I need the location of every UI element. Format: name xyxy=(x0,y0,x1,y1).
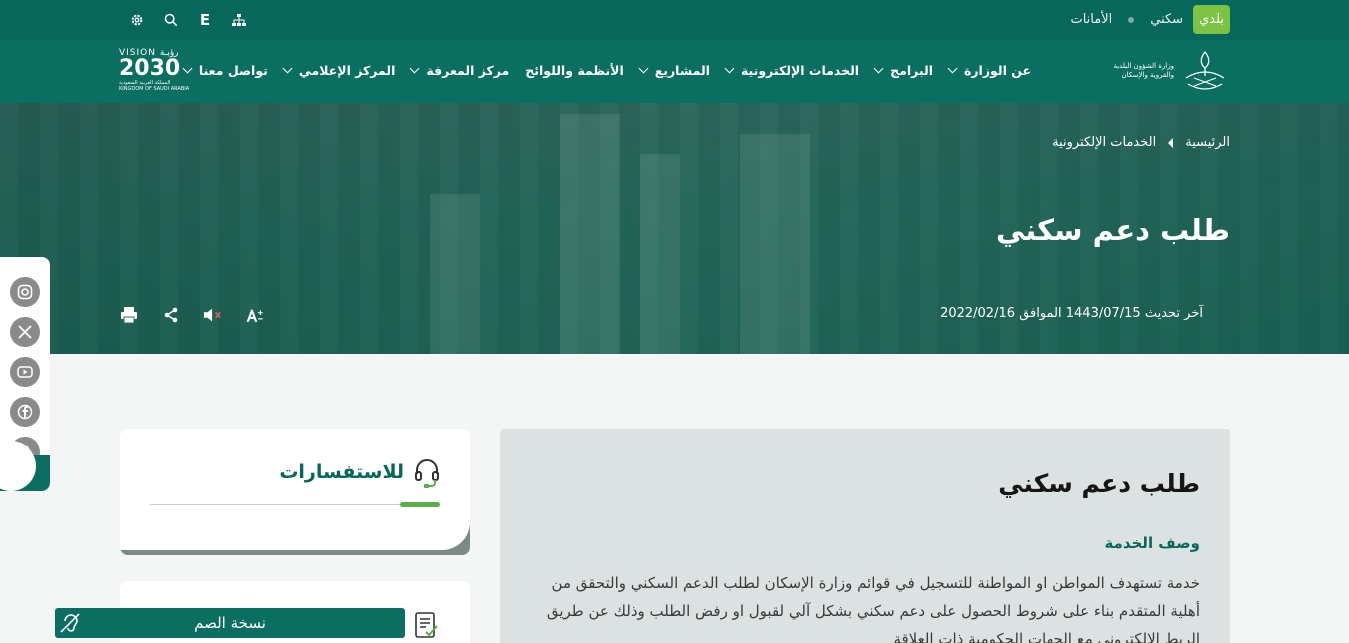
chevron-down-icon xyxy=(724,63,735,74)
chevron-down-icon xyxy=(947,63,958,74)
page-tools xyxy=(119,303,265,327)
instagram-icon[interactable] xyxy=(10,277,40,307)
headset-icon xyxy=(415,459,439,488)
accent-bar xyxy=(400,502,440,507)
menu-item-label: البرامج xyxy=(890,63,933,78)
social-bar-accent xyxy=(0,441,50,491)
menu-item-contact[interactable]: تواصل معنا xyxy=(182,63,268,78)
x-twitter-icon[interactable] xyxy=(10,317,40,347)
menu-item-eservices[interactable]: الخدمات الإلكترونية xyxy=(724,63,860,78)
ministry-emblem-icon xyxy=(1185,50,1225,90)
menu-item-knowledge-center[interactable]: مركز المعرفة xyxy=(409,63,510,78)
card-curve-corner xyxy=(390,475,470,555)
menu-item-programs[interactable]: البرامج xyxy=(873,63,933,78)
menu-item-label: المركز الإعلامي xyxy=(298,63,396,78)
menu-item-label: المشاريع xyxy=(654,63,710,78)
chevron-down-icon xyxy=(282,63,293,74)
font-size-icon[interactable] xyxy=(245,303,265,327)
sitemap-icon[interactable] xyxy=(230,10,248,30)
service-description-text: خدمة تستهدف المواطن او المواطنة للتسجيل … xyxy=(546,574,1200,643)
portal-links: بلدي سكني الأمانات xyxy=(1060,5,1230,34)
main-navigation: وزارة الشؤون البلدية والقروية والإسكان ع… xyxy=(0,40,1349,103)
menu-item-label: مركز المعرفة xyxy=(426,63,510,78)
skyline-shape xyxy=(740,134,810,354)
enquiries-title: للاستفسارات xyxy=(279,461,404,483)
search-icon[interactable] xyxy=(162,10,180,30)
last-updated-text: آخر تحديث 1443/07/15 الموافق 2022/02/16 xyxy=(940,306,1203,321)
page-hero-banner: الرئيسية الخدمات الإلكترونية طلب دعم سكن… xyxy=(0,103,1349,354)
service-description-heading: وصف الخدمة xyxy=(1104,534,1200,552)
enquiries-card[interactable]: للاستفسارات xyxy=(120,429,470,555)
youtube-icon[interactable] xyxy=(10,357,40,387)
chevron-down-icon xyxy=(409,63,420,74)
settings-icon[interactable] xyxy=(128,10,146,30)
print-icon[interactable] xyxy=(119,303,139,327)
service-details-card: طلب دعم سكني وصف الخدمة خدمة تستهدف المو… xyxy=(500,429,1230,643)
menu-item-projects[interactable]: المشاريع xyxy=(638,63,710,78)
breadcrumb-eservices[interactable]: الخدمات الإلكترونية xyxy=(1052,135,1156,150)
ministry-logo[interactable]: وزارة الشؤون البلدية والقروية والإسكان xyxy=(1108,48,1230,94)
main-menu: عن الوزارة البرامج الخدمات الإلكترونية ا… xyxy=(182,63,1031,78)
separator-dot xyxy=(1128,16,1135,23)
chevron-down-icon xyxy=(873,63,884,74)
menu-item-about[interactable]: عن الوزارة xyxy=(947,63,1031,78)
menu-item-regulations[interactable]: الأنظمة واللوائح xyxy=(525,63,623,78)
social-media-bar xyxy=(0,257,50,491)
portal-link-amanat[interactable]: الأمانات xyxy=(1060,12,1122,27)
utility-tools: E xyxy=(128,10,248,30)
menu-item-label: عن الوزارة xyxy=(963,63,1031,78)
menu-item-label: تواصل معنا xyxy=(198,63,268,78)
service-title: طلب دعم سكني xyxy=(998,469,1200,498)
portal-link-sakani[interactable]: سكني xyxy=(1140,12,1193,27)
divider-line xyxy=(150,504,440,505)
vision-logo-year: 2030 xyxy=(119,56,181,81)
breadcrumb-home[interactable]: الرئيسية xyxy=(1185,135,1230,150)
card-shadow-strip xyxy=(120,550,470,555)
mute-audio-icon[interactable] xyxy=(203,303,223,327)
menu-item-label: الأنظمة واللوائح xyxy=(525,63,624,78)
chevron-down-icon xyxy=(638,63,649,74)
skyline-shape xyxy=(430,194,480,354)
portal-link-balady[interactable]: بلدي xyxy=(1193,5,1230,34)
deaf-version-button[interactable]: نسخة الصم xyxy=(55,608,405,638)
ministry-logo-text: وزارة الشؤون البلدية والقروية والإسكان xyxy=(1113,62,1174,79)
vision-2030-logo[interactable]: VISION رؤيـة 2030 المملكة العربية السعود… xyxy=(119,48,191,96)
breadcrumb-arrow-icon xyxy=(1168,137,1174,148)
skyline-shape xyxy=(640,154,680,354)
page-title: طلب دعم سكني xyxy=(995,213,1230,247)
vision-logo-bottom: المملكة العربية السعودية KINGDOM OF SAUD… xyxy=(119,80,190,92)
top-utility-bar: بلدي سكني الأمانات E xyxy=(0,0,1349,40)
facebook-icon[interactable] xyxy=(10,397,40,427)
english-language-button[interactable]: E xyxy=(196,10,214,30)
breadcrumb: الرئيسية الخدمات الإلكترونية xyxy=(1052,135,1230,150)
checklist-document-icon xyxy=(415,612,438,638)
menu-item-label: الخدمات الإلكترونية xyxy=(740,63,860,78)
skyline-shape xyxy=(560,114,620,354)
deaf-version-label: نسخة الصم xyxy=(194,614,266,632)
menu-item-media-center[interactable]: المركز الإعلامي xyxy=(282,63,396,78)
share-icon[interactable] xyxy=(161,303,181,327)
